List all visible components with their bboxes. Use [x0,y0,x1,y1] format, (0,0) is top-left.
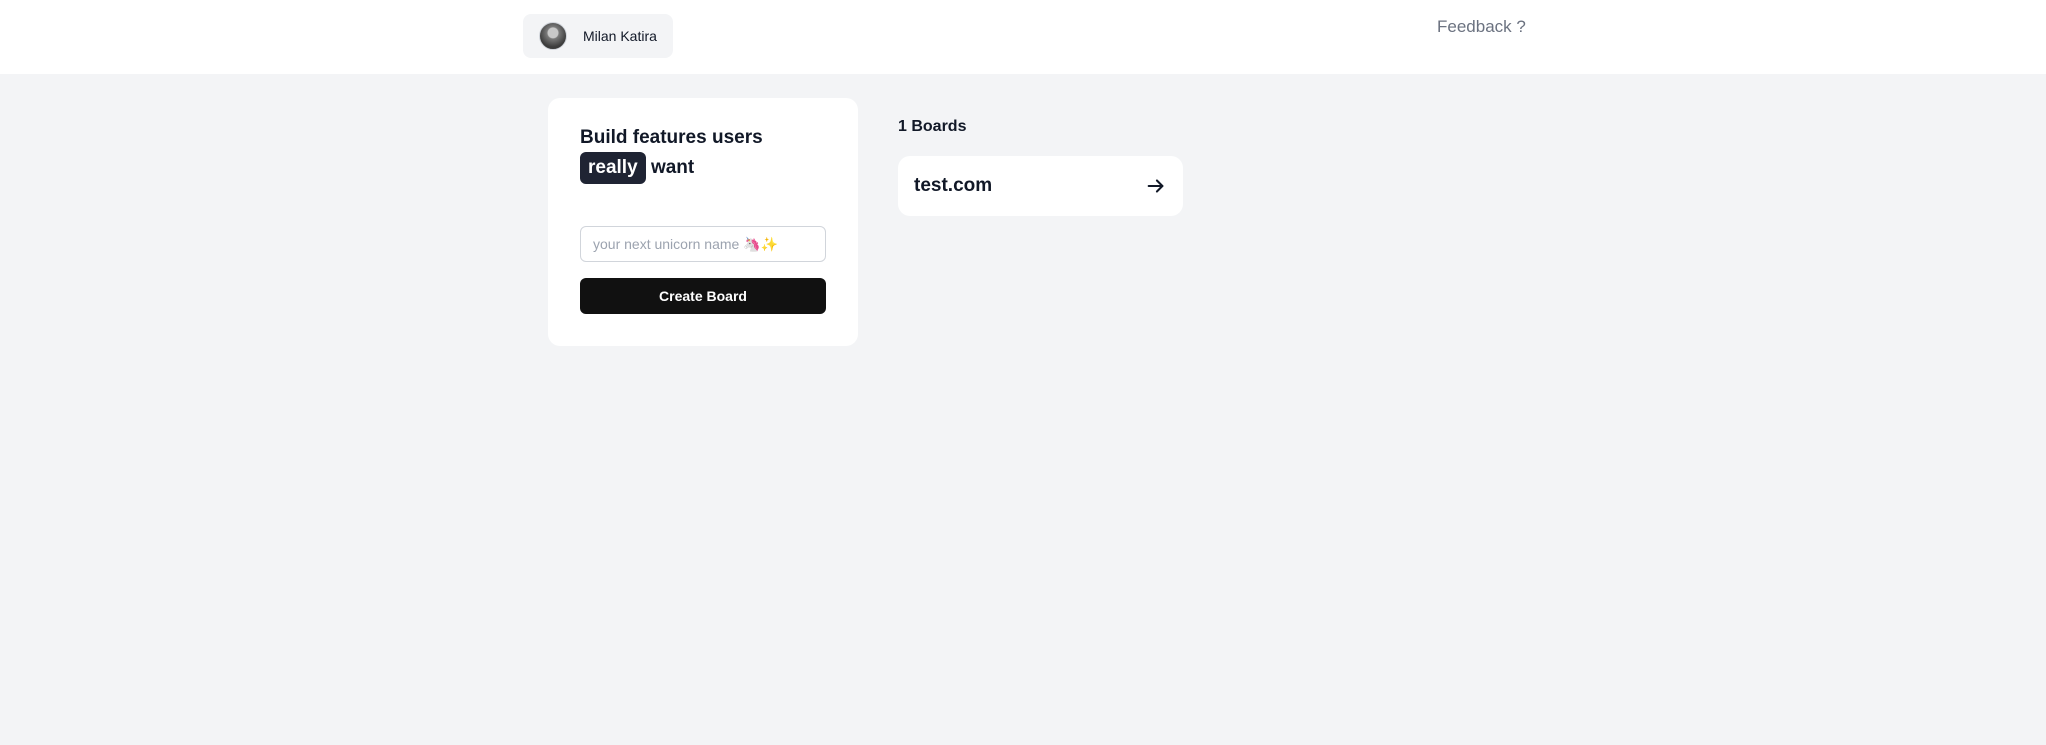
avatar [539,22,567,50]
create-board-card: Build features users really want Create … [548,98,858,346]
feedback-link[interactable]: Feedback ? [1437,17,1526,37]
boards-count: 1 Boards [898,118,967,135]
board-name: test.com [914,175,993,196]
headline-text: Build features users [580,127,763,148]
user-menu-button[interactable]: Milan Katira [523,14,673,58]
headline-text-end: want [650,157,695,178]
user-name: Milan Katira [583,28,657,44]
headline-highlight: really [580,152,646,184]
top-header: Milan Katira Feedback ? [0,0,2046,74]
board-name-input[interactable] [580,226,826,262]
create-board-button[interactable]: Create Board [580,278,826,314]
headline: Build features users really want [580,124,830,184]
arrow-right-icon [1145,175,1167,197]
board-item-test-com[interactable]: test.com [898,156,1183,216]
